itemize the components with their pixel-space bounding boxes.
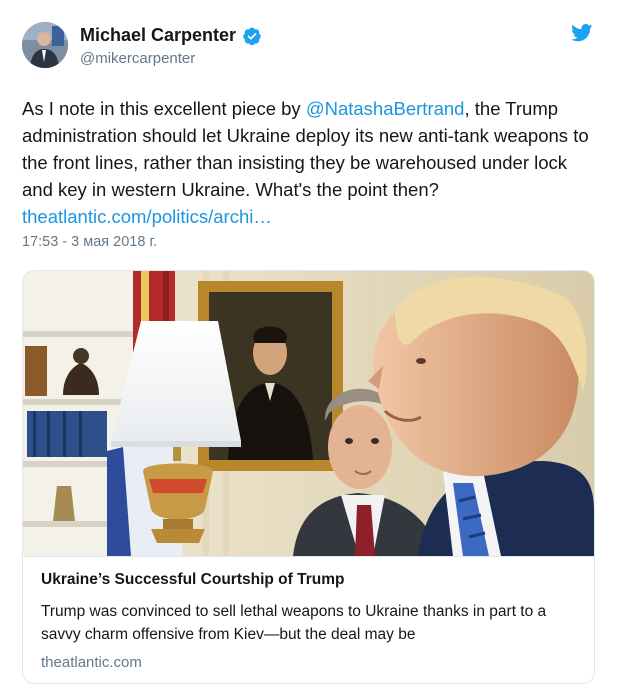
card-image-photo[interactable] [23, 271, 594, 556]
photo-oval-office [23, 271, 594, 556]
author-name-row: Michael Carpenter [80, 25, 262, 46]
tweet-timestamp[interactable]: 17:53 - 3 мая 2018 г. [22, 234, 157, 250]
author-handle[interactable]: @mikercarpenter [80, 50, 195, 67]
twitter-bird-icon[interactable] [571, 24, 593, 42]
avatar[interactable] [22, 22, 68, 68]
mention-link[interactable]: @NatashaBertrand [306, 98, 465, 119]
link-card[interactable]: Ukraine’s Successful Courtship of Trump … [22, 270, 595, 684]
tweet-text: As I note in this excellent piece by @Na… [22, 95, 597, 230]
card-title[interactable]: Ukraine’s Successful Courtship of Trump [41, 571, 344, 589]
card-description: Trump was convinced to sell lethal weapo… [41, 603, 547, 643]
author-name[interactable]: Michael Carpenter [80, 25, 236, 46]
verified-badge-icon [242, 26, 262, 46]
card-domain: theatlantic.com [41, 654, 142, 671]
tweet-text-part: As I note in this excellent piece by [22, 98, 306, 119]
tweet-container: Michael Carpenter @mikercarpenter As I n… [0, 0, 617, 695]
article-link[interactable]: theatlantic.com/politics/archi… [22, 206, 272, 227]
card-body[interactable]: Ukraine’s Successful Courtship of Trump … [23, 556, 594, 683]
